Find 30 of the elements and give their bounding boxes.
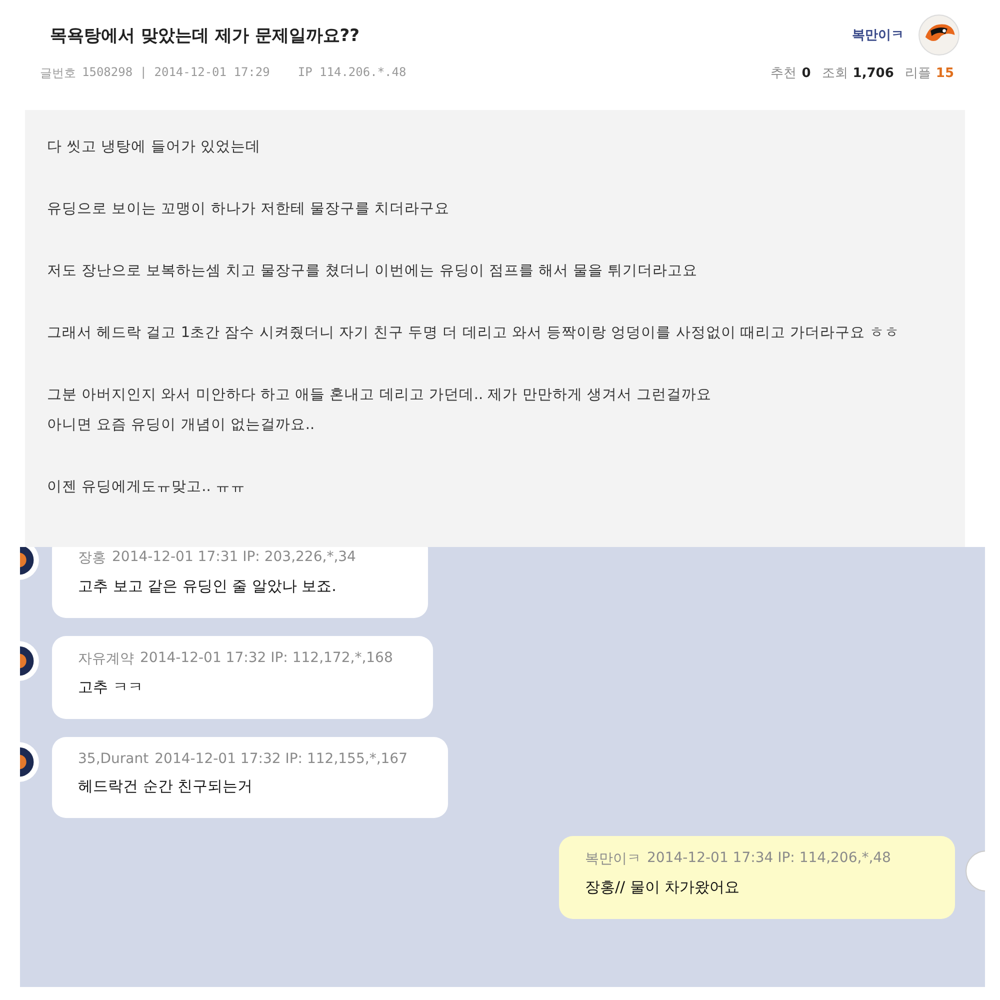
- post-paragraph: 이젠 유딩에게도ㅠ맞고.. ㅠㅠ: [47, 478, 246, 497]
- post-number-label: 글번호: [40, 64, 76, 82]
- comment-text: 고추 ㅋㅋ: [78, 678, 144, 697]
- comment-meta: 2014-12-01 17:32 IP: 112,172,*,168: [140, 650, 393, 668]
- comment-author: 35,Durant: [78, 751, 149, 767]
- comment-text: 고추 보고 같은 유딩인 줄 알았나 보죠.: [78, 577, 338, 596]
- stat-label: 추천: [770, 65, 797, 82]
- comment-meta: 2014-12-01 17:34 IP: 114,206,*,48: [647, 850, 891, 868]
- comment-author: 복만이ㅋ: [585, 850, 641, 868]
- bird-avatar-icon: [918, 14, 960, 56]
- post-paragraph: 그분 아버지인지 와서 미안하다 하고 애들 혼내고 데리고 가던데.. 제가 만만하게 생겨서 그런걸까요 아니면 요즘 유딩이 개념이 없는걸까요..: [47, 386, 713, 435]
- post-paragraph: 유딩으로 보이는 꼬맹이 하나가 저한테 물장구를 치더라구요: [47, 200, 451, 219]
- comment-meta: 2014-12-01 17:31 IP: 203,226,*,34: [112, 549, 356, 567]
- stat-label: 조회: [822, 65, 848, 82]
- stat-value: 1,706: [852, 66, 894, 81]
- comment-meta: 2014-12-01 17:32 IP: 112,155,*,167: [154, 751, 408, 767]
- stat-value: 15: [936, 66, 954, 81]
- author-name[interactable]: 복만이ㅋ: [852, 26, 904, 44]
- post-paragraph: 다 씻고 냉탕에 들어가 있었는데: [47, 138, 262, 157]
- comment-text: 헤드락건 순간 친구되는거: [78, 777, 254, 796]
- post-ip: IP 114.206.*.48: [298, 64, 406, 80]
- comment-author: 장홍: [78, 549, 106, 567]
- post-paragraph: 그래서 헤드락 걸고 1초간 잠수 시켜줬더니 자기 친구 두명 더 데리고 와서 등짝이랑 엉덩이를 사정없이 때리고 가더라구요 ㅎㅎ: [47, 324, 901, 343]
- stat-value: 0: [802, 66, 811, 81]
- comment-author: 자유계약: [78, 650, 134, 668]
- post-title: 목욕탕에서 맞았는데 제가 문제일까요??: [50, 24, 360, 46]
- post-number-date: 1508298 | 2014-12-01 17:29: [82, 64, 270, 81]
- stat-label: 리플: [904, 65, 931, 82]
- post-paragraph: 저도 장난으로 보복하는셈 치고 물장구를 쳤더니 이번에는 유딩이 점프를 해서 물을 튀기더라고요: [47, 262, 699, 281]
- comment-text: 장홍// 물이 차가왔어요: [585, 878, 741, 897]
